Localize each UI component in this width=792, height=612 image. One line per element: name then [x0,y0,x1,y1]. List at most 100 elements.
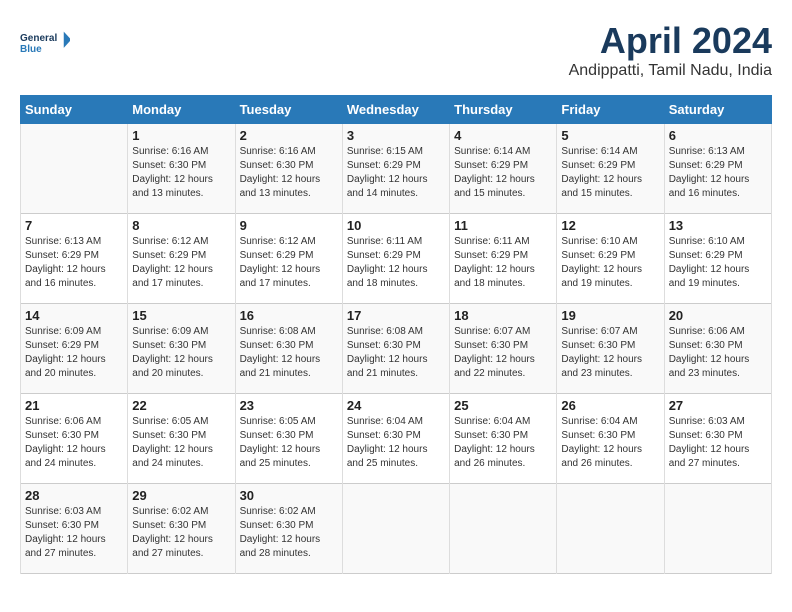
calendar-cell [21,124,128,214]
calendar-cell: 25 Sunrise: 6:04 AMSunset: 6:30 PMDaylig… [450,394,557,484]
calendar-cell: 7 Sunrise: 6:13 AMSunset: 6:29 PMDayligh… [21,214,128,304]
day-info: Sunrise: 6:07 AMSunset: 6:30 PMDaylight:… [561,326,642,379]
svg-text:General: General [20,33,57,44]
week-row-3: 14 Sunrise: 6:09 AMSunset: 6:29 PMDaylig… [21,304,772,394]
calendar-cell: 15 Sunrise: 6:09 AMSunset: 6:30 PMDaylig… [128,304,235,394]
calendar-cell [450,484,557,574]
calendar-cell: 11 Sunrise: 6:11 AMSunset: 6:29 PMDaylig… [450,214,557,304]
calendar-cell: 3 Sunrise: 6:15 AMSunset: 6:29 PMDayligh… [342,124,449,214]
day-number: 14 [25,308,123,323]
day-number: 16 [240,308,338,323]
day-number: 7 [25,218,123,233]
calendar-cell: 16 Sunrise: 6:08 AMSunset: 6:30 PMDaylig… [235,304,342,394]
day-info: Sunrise: 6:10 AMSunset: 6:29 PMDaylight:… [669,236,750,289]
calendar-cell: 24 Sunrise: 6:04 AMSunset: 6:30 PMDaylig… [342,394,449,484]
day-info: Sunrise: 6:13 AMSunset: 6:29 PMDaylight:… [25,236,106,289]
header-tuesday: Tuesday [235,96,342,124]
calendar-cell: 9 Sunrise: 6:12 AMSunset: 6:29 PMDayligh… [235,214,342,304]
header-thursday: Thursday [450,96,557,124]
day-info: Sunrise: 6:02 AMSunset: 6:30 PMDaylight:… [240,506,321,559]
day-number: 12 [561,218,659,233]
calendar-cell [664,484,771,574]
day-info: Sunrise: 6:08 AMSunset: 6:30 PMDaylight:… [347,326,428,379]
calendar-cell: 21 Sunrise: 6:06 AMSunset: 6:30 PMDaylig… [21,394,128,484]
calendar-cell: 5 Sunrise: 6:14 AMSunset: 6:29 PMDayligh… [557,124,664,214]
header-friday: Friday [557,96,664,124]
calendar-cell: 4 Sunrise: 6:14 AMSunset: 6:29 PMDayligh… [450,124,557,214]
calendar-cell: 14 Sunrise: 6:09 AMSunset: 6:29 PMDaylig… [21,304,128,394]
day-info: Sunrise: 6:16 AMSunset: 6:30 PMDaylight:… [132,146,213,199]
day-number: 15 [132,308,230,323]
calendar-header-row: SundayMondayTuesdayWednesdayThursdayFrid… [21,96,772,124]
calendar-cell: 8 Sunrise: 6:12 AMSunset: 6:29 PMDayligh… [128,214,235,304]
calendar-cell: 18 Sunrise: 6:07 AMSunset: 6:30 PMDaylig… [450,304,557,394]
calendar-cell: 13 Sunrise: 6:10 AMSunset: 6:29 PMDaylig… [664,214,771,304]
day-number: 3 [347,128,445,143]
page-header: General Blue April 2024 Andippatti, Tami… [20,20,772,80]
week-row-5: 28 Sunrise: 6:03 AMSunset: 6:30 PMDaylig… [21,484,772,574]
day-info: Sunrise: 6:04 AMSunset: 6:30 PMDaylight:… [561,416,642,469]
calendar-cell: 19 Sunrise: 6:07 AMSunset: 6:30 PMDaylig… [557,304,664,394]
day-number: 19 [561,308,659,323]
day-info: Sunrise: 6:05 AMSunset: 6:30 PMDaylight:… [132,416,213,469]
title-block: April 2024 Andippatti, Tamil Nadu, India [569,20,772,80]
day-number: 20 [669,308,767,323]
day-number: 25 [454,398,552,413]
calendar-cell [342,484,449,574]
day-info: Sunrise: 6:09 AMSunset: 6:29 PMDaylight:… [25,326,106,379]
day-number: 17 [347,308,445,323]
day-info: Sunrise: 6:05 AMSunset: 6:30 PMDaylight:… [240,416,321,469]
day-number: 8 [132,218,230,233]
day-number: 24 [347,398,445,413]
day-number: 2 [240,128,338,143]
header-sunday: Sunday [21,96,128,124]
day-number: 22 [132,398,230,413]
day-info: Sunrise: 6:11 AMSunset: 6:29 PMDaylight:… [454,236,535,289]
calendar-cell: 12 Sunrise: 6:10 AMSunset: 6:29 PMDaylig… [557,214,664,304]
day-number: 26 [561,398,659,413]
day-info: Sunrise: 6:12 AMSunset: 6:29 PMDaylight:… [132,236,213,289]
day-info: Sunrise: 6:04 AMSunset: 6:30 PMDaylight:… [454,416,535,469]
day-info: Sunrise: 6:13 AMSunset: 6:29 PMDaylight:… [669,146,750,199]
day-info: Sunrise: 6:14 AMSunset: 6:29 PMDaylight:… [454,146,535,199]
svg-text:Blue: Blue [20,44,42,55]
week-row-1: 1 Sunrise: 6:16 AMSunset: 6:30 PMDayligh… [21,124,772,214]
calendar-cell: 20 Sunrise: 6:06 AMSunset: 6:30 PMDaylig… [664,304,771,394]
day-number: 11 [454,218,552,233]
day-info: Sunrise: 6:14 AMSunset: 6:29 PMDaylight:… [561,146,642,199]
day-number: 9 [240,218,338,233]
day-info: Sunrise: 6:11 AMSunset: 6:29 PMDaylight:… [347,236,428,289]
day-info: Sunrise: 6:16 AMSunset: 6:30 PMDaylight:… [240,146,321,199]
day-info: Sunrise: 6:10 AMSunset: 6:29 PMDaylight:… [561,236,642,289]
header-monday: Monday [128,96,235,124]
calendar-cell: 27 Sunrise: 6:03 AMSunset: 6:30 PMDaylig… [664,394,771,484]
calendar-cell: 17 Sunrise: 6:08 AMSunset: 6:30 PMDaylig… [342,304,449,394]
day-info: Sunrise: 6:03 AMSunset: 6:30 PMDaylight:… [25,506,106,559]
day-number: 27 [669,398,767,413]
location-title: Andippatti, Tamil Nadu, India [569,62,772,80]
month-title: April 2024 [569,20,772,62]
calendar-cell: 26 Sunrise: 6:04 AMSunset: 6:30 PMDaylig… [557,394,664,484]
day-number: 29 [132,488,230,503]
day-info: Sunrise: 6:15 AMSunset: 6:29 PMDaylight:… [347,146,428,199]
week-row-2: 7 Sunrise: 6:13 AMSunset: 6:29 PMDayligh… [21,214,772,304]
day-number: 18 [454,308,552,323]
calendar-cell: 30 Sunrise: 6:02 AMSunset: 6:30 PMDaylig… [235,484,342,574]
day-number: 10 [347,218,445,233]
calendar-cell: 6 Sunrise: 6:13 AMSunset: 6:29 PMDayligh… [664,124,771,214]
day-info: Sunrise: 6:04 AMSunset: 6:30 PMDaylight:… [347,416,428,469]
day-number: 1 [132,128,230,143]
day-info: Sunrise: 6:06 AMSunset: 6:30 PMDaylight:… [669,326,750,379]
logo: General Blue [20,20,70,65]
day-info: Sunrise: 6:02 AMSunset: 6:30 PMDaylight:… [132,506,213,559]
day-number: 21 [25,398,123,413]
day-number: 28 [25,488,123,503]
logo-svg: General Blue [20,20,70,65]
day-info: Sunrise: 6:07 AMSunset: 6:30 PMDaylight:… [454,326,535,379]
day-info: Sunrise: 6:06 AMSunset: 6:30 PMDaylight:… [25,416,106,469]
calendar-cell: 29 Sunrise: 6:02 AMSunset: 6:30 PMDaylig… [128,484,235,574]
day-number: 30 [240,488,338,503]
calendar-cell: 23 Sunrise: 6:05 AMSunset: 6:30 PMDaylig… [235,394,342,484]
day-info: Sunrise: 6:12 AMSunset: 6:29 PMDaylight:… [240,236,321,289]
day-info: Sunrise: 6:03 AMSunset: 6:30 PMDaylight:… [669,416,750,469]
